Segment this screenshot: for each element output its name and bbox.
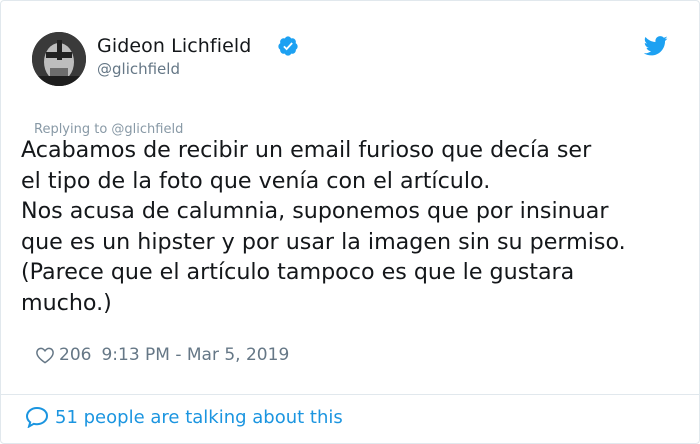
tweet-text: Acabamos de recibir un email furioso que…	[21, 137, 626, 316]
conversation-link[interactable]: 51 people are talking about this	[25, 406, 343, 428]
conversation-text[interactable]: 51 people are talking about this	[55, 407, 343, 428]
verified-badge-icon	[278, 36, 298, 56]
tweet-timestamp[interactable]: 9:13 PM - Mar 5, 2019	[101, 345, 289, 365]
avatar-image	[32, 32, 86, 86]
tweet-meta: 206 9:13 PM - Mar 5, 2019	[35, 345, 289, 365]
author-display-name[interactable]: Gideon Lichfield	[97, 35, 251, 57]
tweet-card: Gideon Lichfield @glichfield Replying to…	[0, 0, 700, 444]
author-handle[interactable]: @glichfield	[97, 60, 180, 78]
avatar[interactable]	[32, 32, 86, 86]
speech-bubble-icon	[25, 406, 49, 428]
heart-icon[interactable]	[35, 345, 55, 365]
like-count[interactable]: 206	[59, 345, 91, 365]
divider	[1, 394, 699, 395]
twitter-bird-icon[interactable]	[644, 36, 668, 56]
